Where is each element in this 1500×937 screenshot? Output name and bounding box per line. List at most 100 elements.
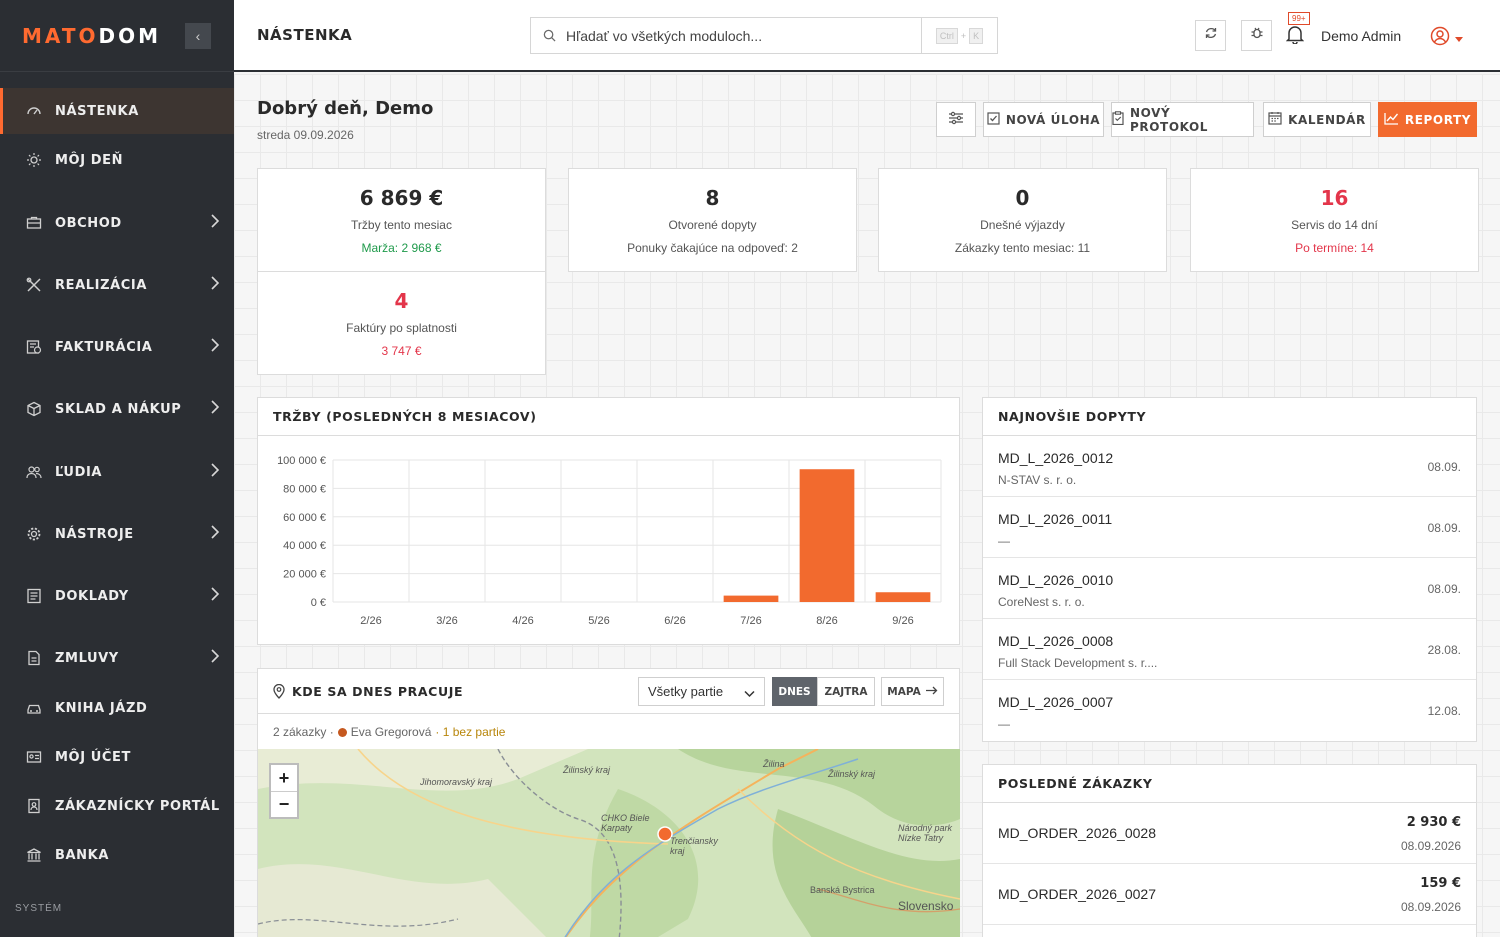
clipboard-icon (1112, 111, 1124, 128)
stat-label: Dnešné výjazdy (980, 218, 1065, 232)
new-task-button[interactable]: NOVÁ ÚLOHA (983, 102, 1104, 137)
map-label: Žilinský kraj (828, 769, 876, 779)
stat-sub: Zákazky tento mesiac: 11 (954, 241, 1091, 255)
sidebar-item-label: FAKTURÁCIA (55, 339, 153, 355)
search-input[interactable] (566, 27, 911, 44)
caret-down-icon (1455, 30, 1463, 48)
collapse-sidebar-button[interactable]: ‹ (185, 23, 211, 49)
work-map[interactable]: Jihomoravský kraj Žilinský kraj Žilina Ž… (258, 749, 960, 937)
bug-report-button[interactable] (1241, 20, 1272, 51)
sidebar-item-label: NÁSTENKA (55, 103, 139, 119)
sidebar-item-moj-ucet[interactable]: MÔJ ÚČET (0, 734, 234, 780)
sidebar-item-kniha-jazd[interactable]: KNIHA JÁZD (0, 685, 234, 731)
inquiry-date: 08.09. (1427, 521, 1461, 535)
sidebar-item-sklad-a-nakup[interactable]: SKLAD A NÁKUP (0, 386, 234, 432)
sidebar-item-zakaznicky-portal[interactable]: ZÁKAZNÍCKY PORTÁL (0, 783, 234, 829)
file-icon (26, 650, 42, 666)
sidebar-item-obchod[interactable]: OBCHOD (0, 200, 234, 246)
car-icon (26, 700, 42, 716)
stat-card-revenue[interactable]: 6 869 € Tržby tento mesiac Marža: 2 968 … (257, 168, 546, 272)
inquiry-row[interactable]: MD_L_2026_0011 — 08.09. (983, 497, 1476, 558)
panel-title: NAJNOVŠIE DOPYTY (983, 398, 1476, 436)
dashboard-content: Dobrý deň, Demo streda 09.09.2026 NOVÁ Ú… (234, 74, 1500, 937)
refresh-button[interactable] (1195, 20, 1226, 51)
sidebar-item-nastroje[interactable]: NÁSTROJE (0, 511, 234, 557)
sidebar-item-label: BANKA (55, 847, 109, 863)
chart-bar (799, 469, 855, 602)
order-code: MD_ORDER_2026_0028 (998, 825, 1156, 841)
greeting: Dobrý deň, Demo (257, 98, 434, 119)
bug-icon (1250, 26, 1264, 45)
inquiry-row[interactable]: MD_L_2026_0008 Full Stack Development s.… (983, 619, 1476, 680)
chevron-left-icon: ‹ (195, 28, 201, 44)
inquiry-code: MD_L_2026_0007 (998, 694, 1114, 710)
open-map-button[interactable]: MAPA (881, 677, 944, 706)
inquiry-code: MD_L_2026_0012 (998, 450, 1114, 466)
chevron-right-icon (210, 400, 220, 418)
stat-sub: Po termíne: 14 (1295, 241, 1374, 255)
map-label: Banská Bystrica (810, 885, 875, 895)
current-date: streda 09.09.2026 (257, 128, 354, 142)
sidebar: MATODOM ‹ NÁSTENKA MÔJ DEŇ OBCHOD REALIZ… (0, 0, 234, 937)
inquiry-row[interactable]: MD_L_2026_0010 CoreNest s. r. o. 08.09. (983, 558, 1476, 619)
calendar-button[interactable]: KALENDÁR (1263, 102, 1371, 137)
order-amount: 2 930 € (1406, 815, 1461, 830)
sidebar-item-label: ZMLUVY (55, 650, 119, 666)
y-tick-label: 100 000 € (277, 455, 326, 467)
invoice-icon (26, 339, 42, 355)
sidebar-item-label: SKLAD A NÁKUP (55, 401, 182, 417)
inquiry-row[interactable]: MD_L_2026_0012 N-STAV s. r. o. 08.09. (983, 436, 1476, 497)
new-protocol-button[interactable]: NOVÝ PROTOKOL (1111, 102, 1254, 137)
gauge-icon (26, 103, 42, 119)
inquiry-code: MD_L_2026_0011 (998, 511, 1113, 527)
reports-button[interactable]: REPORTY (1378, 102, 1477, 137)
sidebar-item-nastenka[interactable]: NÁSTENKA (0, 88, 234, 134)
sidebar-item-fakturacia[interactable]: FAKTURÁCIA (0, 324, 234, 370)
chevron-right-icon (210, 276, 220, 294)
sidebar-item-ludia[interactable]: ĽUDIA (0, 449, 234, 495)
stat-sub: Marža: 2 968 € (361, 241, 442, 255)
customize-dashboard-button[interactable] (936, 102, 976, 137)
user-menu[interactable] (1430, 26, 1463, 51)
stat-card-open-inquiries[interactable]: 8 Otvorené dopyty Ponuky čakajúce na odp… (568, 168, 857, 272)
order-code: MD_ORDER_2026_0027 (998, 886, 1156, 902)
y-tick-label: 60 000 € (283, 512, 326, 524)
stat-label: Otvorené dopyty (668, 218, 757, 232)
app-logo[interactable]: MATODOM (22, 24, 161, 48)
zoom-in-button[interactable]: + (271, 765, 297, 791)
crew-member-name[interactable]: Eva Gregorová (351, 725, 432, 739)
inquiry-customer: — (998, 534, 1010, 548)
stat-sub: 3 747 € (381, 344, 422, 358)
inquiry-date: 12.08. (1427, 704, 1461, 718)
stat-value: 16 (1320, 186, 1349, 210)
bell-icon (1285, 26, 1305, 48)
x-tick-label: 4/26 (512, 615, 533, 627)
latest-orders-panel: POSLEDNÉ ZÁKAZKY MD_ORDER_2026_0028 2 93… (982, 764, 1477, 937)
order-row[interactable]: MD_ORDER_2026_0028 2 930 € 08.09.2026 (983, 803, 1476, 864)
box-icon (26, 401, 42, 417)
stat-card-overdue-invoices[interactable]: 4 Faktúry po splatnosti 3 747 € (257, 271, 546, 375)
crew-select[interactable]: Všetky partie (638, 677, 765, 706)
work-today-panel: KDE SA DNES PRACUJE Všetky partie DNES Z… (257, 668, 960, 937)
sidebar-item-banka[interactable]: BANKA (0, 832, 234, 878)
order-row[interactable]: MD_ORDER_2026_0027 159 € 08.09.2026 (983, 864, 1476, 925)
sidebar-item-moj-den[interactable]: MÔJ DEŇ (0, 137, 234, 183)
sidebar-item-doklady[interactable]: DOKLADY (0, 573, 234, 619)
stat-label: Tržby tento mesiac (351, 218, 452, 232)
tab-tomorrow[interactable]: ZAJTRA (817, 677, 875, 706)
stat-card-todays-trips[interactable]: 0 Dnešné výjazdy Zákazky tento mesiac: 1… (878, 168, 1167, 272)
user-name[interactable]: Demo Admin (1321, 28, 1401, 44)
y-tick-label: 80 000 € (283, 483, 326, 495)
stat-value: 6 869 € (359, 186, 444, 210)
notifications-button[interactable] (1285, 24, 1305, 49)
tab-today[interactable]: DNES (772, 677, 817, 706)
inquiry-customer: N-STAV s. r. o. (998, 473, 1077, 487)
stat-card-service[interactable]: 16 Servis do 14 dní Po termíne: 14 (1190, 168, 1479, 272)
zoom-out-button[interactable]: − (271, 791, 297, 817)
document-list-icon (26, 588, 42, 604)
stat-value: 8 (705, 186, 720, 210)
inquiry-row[interactable]: MD_L_2026_0007 — 12.08. (983, 680, 1476, 741)
x-tick-label: 7/26 (740, 615, 761, 627)
sidebar-item-zmluvy[interactable]: ZMLUVY (0, 635, 234, 681)
sidebar-item-realizacia[interactable]: REALIZÁCIA (0, 262, 234, 308)
